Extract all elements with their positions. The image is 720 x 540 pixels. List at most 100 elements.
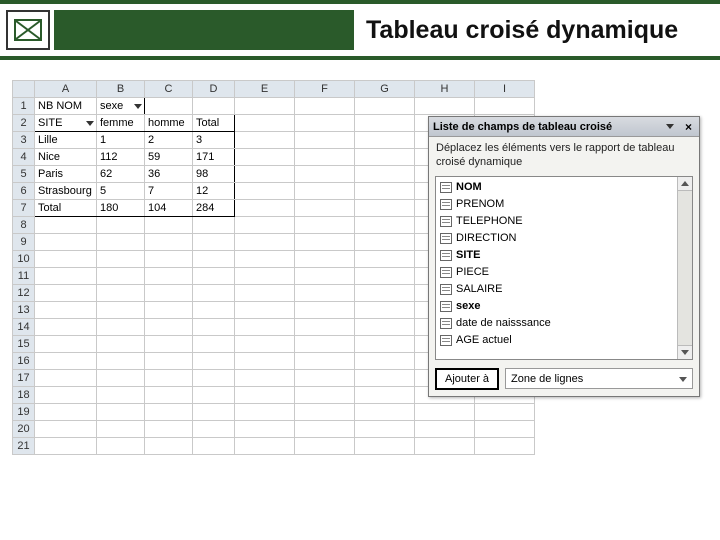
cell[interactable] [145,404,193,421]
cell[interactable] [235,319,295,336]
row-header[interactable]: 16 [13,353,35,370]
pivot-col-field[interactable]: sexe [97,98,145,115]
cell[interactable] [355,115,415,132]
cell[interactable] [295,200,355,217]
cell[interactable] [355,183,415,200]
field-item[interactable]: TELEPHONE [438,213,690,230]
row-header[interactable]: 8 [13,217,35,234]
row-header[interactable]: 6 [13,183,35,200]
cell[interactable] [97,217,145,234]
pivot-value[interactable]: 112 [97,149,145,166]
cell[interactable] [193,285,235,302]
pivot-value[interactable]: 3 [193,132,235,149]
cell[interactable] [295,115,355,132]
row-header[interactable]: 18 [13,387,35,404]
cell[interactable] [295,268,355,285]
cell[interactable] [193,353,235,370]
cell[interactable] [235,438,295,455]
field-item[interactable]: AGE actuel [438,332,690,349]
cell[interactable] [355,336,415,353]
cell[interactable] [193,404,235,421]
cell[interactable] [97,353,145,370]
cell[interactable] [295,285,355,302]
field-item[interactable]: SITE [438,247,690,264]
pivot-row-label[interactable]: Nice [35,149,97,166]
cell[interactable] [355,132,415,149]
cell[interactable] [355,268,415,285]
col-header[interactable]: A [35,81,97,98]
cell[interactable] [145,353,193,370]
row-header[interactable]: 19 [13,404,35,421]
cell[interactable] [295,183,355,200]
cell[interactable] [355,285,415,302]
field-item[interactable]: PRENOM [438,196,690,213]
cell[interactable] [35,285,97,302]
pivot-row-label[interactable]: Lille [35,132,97,149]
pivot-total-label[interactable]: Total [35,200,97,217]
cell[interactable] [145,438,193,455]
row-header[interactable]: 21 [13,438,35,455]
cell[interactable] [35,217,97,234]
row-header[interactable]: 10 [13,251,35,268]
cell[interactable] [145,302,193,319]
cell[interactable] [35,234,97,251]
cell[interactable] [97,251,145,268]
drop-zone-select[interactable]: Zone de lignes [505,368,693,389]
cell[interactable] [145,251,193,268]
pivot-value[interactable]: 12 [193,183,235,200]
cell[interactable] [355,302,415,319]
cell[interactable] [295,217,355,234]
col-header[interactable]: G [355,81,415,98]
cell[interactable] [355,251,415,268]
add-to-button[interactable]: Ajouter à [435,368,499,390]
pivot-value[interactable]: 98 [193,166,235,183]
cell[interactable] [145,98,193,115]
col-header[interactable]: D [193,81,235,98]
pivot-col-header[interactable]: Total [193,115,235,132]
cell[interactable] [355,387,415,404]
cell[interactable] [145,268,193,285]
cell[interactable] [145,370,193,387]
cell[interactable] [235,132,295,149]
cell[interactable] [97,302,145,319]
pivot-value[interactable]: 5 [97,183,145,200]
cell[interactable] [295,98,355,115]
cell[interactable] [235,200,295,217]
row-header[interactable]: 7 [13,200,35,217]
cell[interactable] [295,251,355,268]
cell[interactable] [475,421,535,438]
row-header[interactable]: 17 [13,370,35,387]
cell[interactable] [235,370,295,387]
field-item[interactable]: SALAIRE [438,281,690,298]
cell[interactable] [355,370,415,387]
col-header[interactable]: F [295,81,355,98]
cell[interactable] [355,421,415,438]
row-header[interactable]: 5 [13,166,35,183]
col-header[interactable]: B [97,81,145,98]
cell[interactable] [355,200,415,217]
cell[interactable] [355,98,415,115]
cell[interactable] [145,234,193,251]
col-header[interactable]: H [415,81,475,98]
cell[interactable] [415,98,475,115]
chevron-down-icon[interactable] [666,124,674,129]
cell[interactable] [235,353,295,370]
cell[interactable] [355,353,415,370]
cell[interactable] [235,336,295,353]
col-header[interactable]: I [475,81,535,98]
cell[interactable] [145,319,193,336]
cell[interactable] [145,336,193,353]
pivot-value[interactable]: 171 [193,149,235,166]
cell[interactable] [97,370,145,387]
field-item[interactable]: sexe [438,298,690,315]
cell[interactable] [97,438,145,455]
cell[interactable] [295,336,355,353]
cell[interactable] [35,387,97,404]
cell[interactable] [193,370,235,387]
cell[interactable] [97,319,145,336]
cell[interactable] [355,149,415,166]
cell[interactable] [235,302,295,319]
cell[interactable] [35,302,97,319]
cell[interactable] [193,319,235,336]
pivot-value[interactable]: 62 [97,166,145,183]
